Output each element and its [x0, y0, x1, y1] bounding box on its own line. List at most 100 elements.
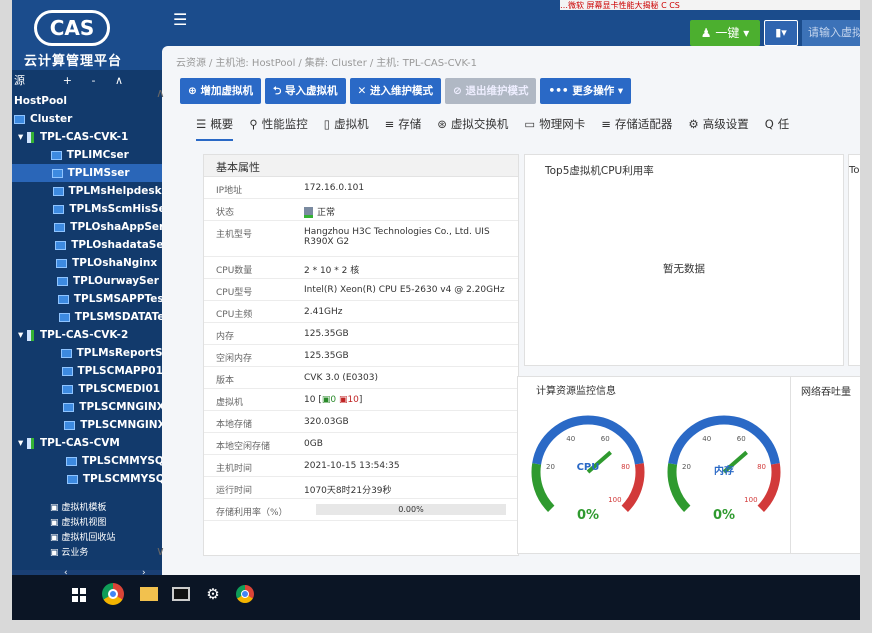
property-value: 0GB — [304, 439, 514, 449]
platform-name: 云计算管理平台 — [24, 54, 123, 69]
breadcrumb-item[interactable]: 主机池: HostPool — [215, 58, 295, 69]
vm-stopped-icon: ▣ — [336, 395, 348, 405]
user-menu-button[interactable]: ▮▾ — [764, 20, 798, 46]
action-button[interactable]: ✕ 进入维护模式 — [349, 78, 442, 104]
action-icon: ⊘ — [453, 85, 462, 97]
search-input[interactable]: 请输入虚拟 — [802, 20, 860, 46]
windows-icon[interactable] — [72, 588, 86, 602]
property-row: IP地址 172.16.0.101 — [204, 177, 518, 199]
property-key: 主机时间 — [216, 464, 253, 474]
tab[interactable]: ≡ 存储 — [385, 116, 422, 139]
tab-icon: ⊛ — [437, 117, 447, 131]
vm-icon — [66, 456, 77, 466]
tab-label: 虚拟交换机 — [450, 117, 509, 131]
tab[interactable]: ⚙ 高级设置 — [688, 116, 748, 139]
basic-properties-title: 基本属性 — [204, 155, 518, 177]
sidebar-bottom-label: 云业务 — [61, 548, 89, 558]
tab-label: 概要 — [210, 117, 234, 131]
gauge-tick-label: 60 — [737, 435, 746, 443]
property-key: CPU数量 — [216, 266, 253, 276]
property-row: 本地存储 320.03GB — [204, 411, 518, 433]
tab-icon: Q — [764, 117, 774, 131]
property-key: 空闲内存 — [216, 354, 253, 364]
onekey-button[interactable]: ♟ 一键 ▾ — [690, 20, 760, 46]
breadcrumb-item[interactable]: 集群: Cluster — [305, 58, 367, 69]
settings-icon[interactable]: ⚙ — [204, 585, 222, 603]
property-key: 存储利用率（%） — [216, 508, 288, 518]
trash-icon: ▣ — [50, 533, 62, 543]
no-data-text: 暂无数据 — [663, 263, 705, 275]
tree-item-label: TPLMsReportSer — [76, 347, 175, 359]
gauge-value: 0% — [712, 508, 736, 523]
property-value: 320.03GB — [304, 417, 514, 427]
tab-label: 物理网卡 — [539, 117, 586, 131]
action-label: 增加虚拟机 — [200, 85, 253, 97]
tab[interactable]: ☰ 概要 — [196, 116, 234, 141]
property-row: 内存 125.35GB — [204, 323, 518, 345]
partial-panel-title: To — [849, 165, 860, 176]
tab[interactable]: Q任 — [765, 116, 790, 139]
expand-arrow-icon[interactable]: ▾ — [18, 437, 27, 449]
tab-icon: ≡ — [601, 117, 611, 131]
taskbar: ⚙ — [12, 575, 860, 620]
gauge-cpu: 20 40 60 80 100 CPU 0% — [528, 412, 648, 532]
expand-arrow-icon[interactable]: ▾ — [18, 131, 27, 143]
browser-notification: …微软 屏幕显卡性能大揭秘 C CS — [560, 0, 860, 10]
gauge-tick-label: 60 — [601, 435, 610, 443]
property-value-text: 320.03GB — [304, 417, 349, 427]
action-button[interactable]: ⊘ 退出维护模式 — [445, 78, 537, 104]
property-value-text: Hangzhou H3C Technologies Co., Ltd. UIS … — [304, 227, 490, 247]
tab[interactable]: ⊛ 虚拟交换机 — [437, 116, 508, 139]
tab-icon: ☰ — [196, 117, 207, 131]
breadcrumb-separator: / — [209, 58, 213, 69]
sidebar-tools[interactable]: + - ∧ — [63, 70, 131, 92]
menu-icon[interactable]: ☰ — [173, 10, 187, 29]
chrome-icon[interactable] — [102, 583, 124, 605]
gauge-tick-label: 100 — [608, 496, 621, 504]
property-key: IP地址 — [216, 186, 243, 196]
property-key: 版本 — [216, 376, 235, 386]
chrome-icon[interactable] — [236, 585, 254, 603]
gauge-blue-band — [668, 415, 780, 465]
property-value: 172.16.0.101 — [304, 183, 514, 193]
file-explorer-icon[interactable] — [140, 587, 158, 601]
tab[interactable]: ▯ 虚拟机 — [324, 116, 369, 139]
property-key: CPU型号 — [216, 288, 253, 298]
expand-down-icon[interactable]: ∨ — [156, 544, 165, 558]
property-row: 版本 CVK 3.0 (E0303) — [204, 367, 518, 389]
property-key: 本地空闲存储 — [216, 442, 271, 452]
vm-icon — [53, 204, 65, 214]
tab-label: 虚拟机 — [334, 117, 369, 131]
top5-title: Top5虚拟机CPU利用率 — [545, 165, 654, 177]
tab[interactable]: ≡ 存储适配器 — [601, 116, 672, 139]
tab-icon: ⚲ — [249, 117, 258, 131]
tree-item-label: TPLOshadataSer — [71, 239, 169, 251]
property-row: 主机时间 2021-10-15 13:54:35 — [204, 455, 518, 477]
tab-icon: ▭ — [524, 117, 536, 131]
vm-icon — [56, 258, 68, 268]
property-value: 正常 — [304, 205, 514, 218]
breadcrumb-item[interactable]: 主机: TPL-CAS-CVK-1 — [376, 58, 477, 69]
host-tabs: ☰ 概要 ⚲ 性能监控 ▯ 虚拟机 ≡ 存储 ⊛ 虚拟交换机 ▭ 物理网卡 ≡ 存储适配器 ⚙ 高级设置 Q 任 — [196, 116, 805, 141]
action-button[interactable]: ⊕ 增加虚拟机 — [180, 78, 261, 104]
property-value: 2 * 10 * 2 核 — [304, 263, 514, 276]
action-button[interactable]: ⮌ 导入虚拟机 — [264, 78, 346, 104]
property-key: 状态 — [216, 208, 235, 218]
tab[interactable]: ▭ 物理网卡 — [524, 116, 585, 139]
vm-stopped-count[interactable]: 10 — [347, 395, 358, 405]
tab[interactable]: ⚲ 性能监控 — [249, 116, 307, 139]
expand-arrow-icon[interactable]: ▾ — [18, 329, 27, 341]
property-row: CPU主频 2.41GHz — [204, 301, 518, 323]
action-button[interactable]: ••• 更多操作 ▾ — [540, 78, 632, 104]
sidebar-bottom-label: 虚拟机视图 — [61, 518, 107, 528]
terminal-icon[interactable] — [172, 587, 190, 601]
breadcrumb-item[interactable]: 云资源 — [176, 58, 206, 69]
vm-icon — [54, 222, 66, 232]
cluster-icon — [14, 114, 25, 124]
view-icon: ▣ — [50, 518, 62, 528]
property-value-text: 2 * 10 * 2 核 — [304, 266, 360, 276]
property-value: 2.41GHz — [304, 307, 514, 317]
tree-item-label: TPL-CAS-CVK-2 — [39, 329, 129, 341]
property-row: CPU数量 2 * 10 * 2 核 — [204, 257, 518, 279]
collapse-up-icon[interactable]: ∧ — [156, 86, 165, 100]
